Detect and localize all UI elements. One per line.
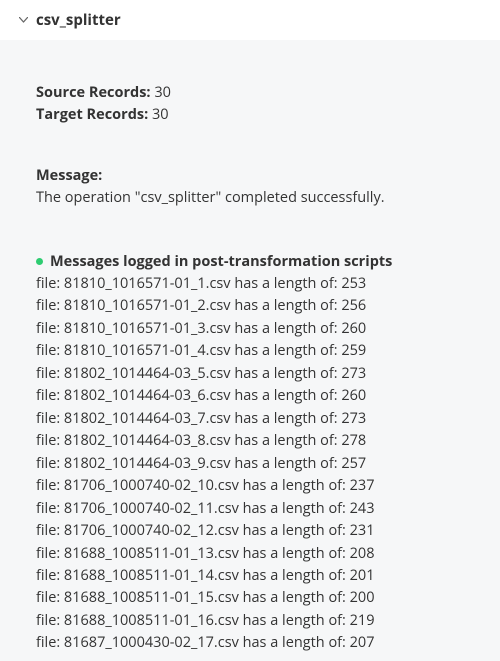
message-label: Message: — [36, 165, 470, 187]
target-records-label: Target Records: — [36, 105, 148, 124]
message-text: The operation "csv_splitter" completed s… — [36, 188, 385, 207]
message-block: Message: The operation "csv_splitter" co… — [36, 165, 470, 210]
logs-header-text: Messages logged in post-transformation s… — [50, 252, 392, 271]
log-line: file: 81810_1016571-01_1.csv has a lengt… — [36, 273, 470, 295]
log-line: file: 81810_1016571-01_3.csv has a lengt… — [36, 318, 470, 340]
log-line: file: 81810_1016571-01_4.csv has a lengt… — [36, 340, 470, 362]
records-block: Source Records: 30 Target Records: 30 — [36, 82, 470, 127]
source-records-value: 30 — [154, 83, 171, 102]
content-panel: Source Records: 30 Target Records: 30 Me… — [0, 40, 500, 661]
target-records-value: 30 — [152, 105, 169, 124]
log-line: file: 81802_1014464-03_8.csv has a lengt… — [36, 430, 470, 452]
log-line: file: 81688_1008511-01_16.csv has a leng… — [36, 610, 470, 632]
log-line: file: 81688_1008511-01_13.csv has a leng… — [36, 543, 470, 565]
log-line: file: 81810_1016571-01_2.csv has a lengt… — [36, 295, 470, 317]
target-records-row: Target Records: 30 — [36, 104, 470, 126]
source-records-label: Source Records: — [36, 83, 151, 102]
log-line: file: 81706_1000740-02_12.csv has a leng… — [36, 520, 470, 542]
section-title: csv_splitter — [36, 10, 121, 30]
log-line: file: 81687_1000430-02_17.csv has a leng… — [36, 632, 470, 654]
log-line: file: 81802_1014464-03_6.csv has a lengt… — [36, 385, 470, 407]
log-line: file: 81802_1014464-03_9.csv has a lengt… — [36, 453, 470, 475]
log-line: file: 81802_1014464-03_7.csv has a lengt… — [36, 408, 470, 430]
log-line: file: 81688_1008511-01_14.csv has a leng… — [36, 565, 470, 587]
log-lines: file: 81810_1016571-01_1.csv has a lengt… — [36, 273, 470, 655]
source-records-row: Source Records: 30 — [36, 82, 470, 104]
status-dot-icon — [36, 258, 43, 265]
section-header[interactable]: csv_splitter — [0, 0, 500, 40]
log-line: file: 81706_1000740-02_11.csv has a leng… — [36, 498, 470, 520]
logs-header: Messages logged in post-transformation s… — [36, 252, 470, 271]
log-line: file: 81706_1000740-02_10.csv has a leng… — [36, 475, 470, 497]
chevron-down-icon — [18, 15, 28, 25]
log-line: file: 81688_1008511-01_15.csv has a leng… — [36, 587, 470, 609]
log-line: file: 81802_1014464-03_5.csv has a lengt… — [36, 363, 470, 385]
